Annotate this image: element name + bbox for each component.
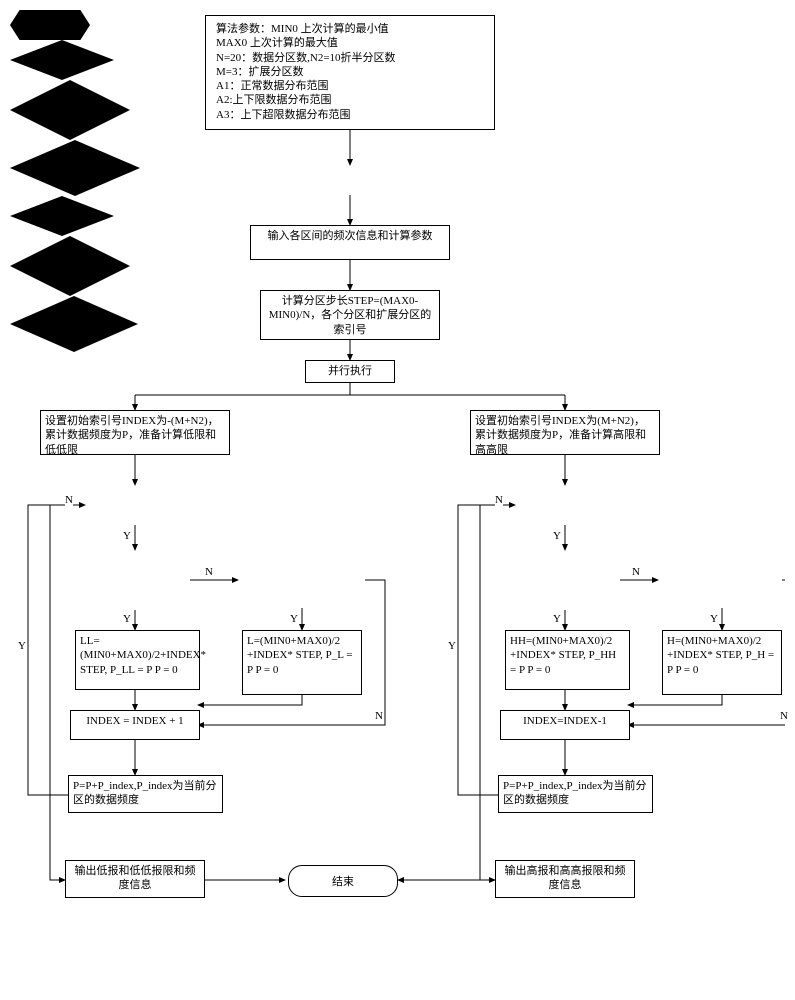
- right-output: 输出高报和高高报限和频度信息: [495, 860, 635, 898]
- left-output: 输出低报和低低报限和频度信息: [65, 860, 205, 898]
- left-accum: P=P+P_index,P_index为当前分区的数据频度: [68, 775, 223, 813]
- yn-label: Y: [123, 613, 131, 625]
- yn-label: Y: [710, 613, 718, 625]
- left-dec2: P_LL=0 并且P >= A3/2: [10, 80, 130, 140]
- right-dec2: P_HH=0 并且P >= A3/2: [10, 236, 130, 296]
- right-dec1: INDEX >0?: [10, 196, 114, 236]
- yn-label: Y: [553, 613, 561, 625]
- start-node: 准备: [10, 10, 90, 40]
- parallel-box: 并行执行: [305, 360, 395, 383]
- yn-label: N: [65, 494, 73, 506]
- yn-label: Y: [18, 640, 26, 652]
- yn-label: Y: [290, 613, 298, 625]
- right-accum: P=P+P_index,P_index为当前分区的数据频度: [498, 775, 653, 813]
- input-box: 输入各区间的频次信息和计算参数: [250, 225, 450, 260]
- right-dec3: P_H=0 并且P >= A2/2或者(P+P_HH)>=(A2+A3)/2: [10, 296, 138, 352]
- flowchart: 算法参数：MIN0 上次计算的最小值 MAX0 上次计算的最大值 N=20：数据…: [10, 10, 785, 990]
- right-proc-h: H=(MIN0+MAX0)/2 +INDEX* STEP, P_H = P P …: [662, 630, 782, 695]
- right-init-box: 设置初始索引号INDEX为(M+N2)，累计数据频度为P，准备计算高限和高高限: [470, 410, 660, 455]
- left-incr: INDEX = INDEX + 1: [70, 710, 200, 740]
- end-node: 结束: [288, 865, 398, 897]
- yn-label: Y: [123, 530, 131, 542]
- yn-label: Y: [553, 530, 561, 542]
- left-init-box: 设置初始索引号INDEX为-(M+N2)，累计数据频度为P，准备计算低限和低低限: [40, 410, 230, 455]
- left-dec1: INDEX <0?: [10, 40, 114, 80]
- yn-label: Y: [448, 640, 456, 652]
- yn-label: N: [205, 566, 213, 578]
- calc-step-box: 计算分区步长STEP=(MAX0-MIN0)/N，各个分区和扩展分区的索引号: [260, 290, 440, 340]
- yn-label: N: [375, 710, 383, 722]
- yn-label: N: [495, 494, 503, 506]
- params-box: 算法参数：MIN0 上次计算的最小值 MAX0 上次计算的最大值 N=20：数据…: [205, 15, 495, 130]
- yn-label: N: [780, 710, 788, 722]
- left-proc-ll: LL=(MIN0+MAX0)/2+INDEX* STEP, P_LL = P P…: [75, 630, 200, 690]
- right-decr: INDEX=INDEX-1: [500, 710, 630, 740]
- left-proc-l: L=(MIN0+MAX0)/2 +INDEX* STEP, P_L = P P …: [242, 630, 362, 695]
- param-title: 算法参数：: [216, 23, 271, 35]
- left-dec3: P_L=0 并且P >= A2/2或者(P+P_LL)>=(A2+A3)/2: [10, 140, 140, 196]
- yn-label: N: [632, 566, 640, 578]
- right-proc-hh: HH=(MIN0+MAX0)/2 +INDEX* STEP, P_HH = P …: [505, 630, 630, 690]
